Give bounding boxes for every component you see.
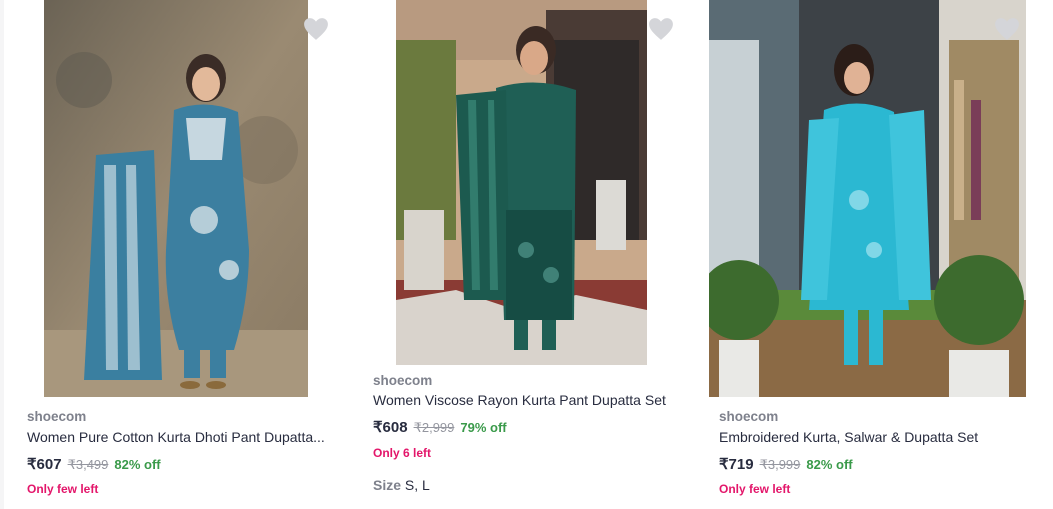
product-price-row-2: ₹608 ₹2,999 79% off: [373, 418, 507, 436]
stock-status-1: Only few left: [27, 482, 99, 496]
product-image-1[interactable]: [44, 0, 308, 397]
product-discount-3: 82% off: [806, 457, 853, 472]
product-brand-1: shoecom: [27, 409, 87, 424]
product-mrp-3: ₹3,999: [759, 457, 801, 472]
wishlist-heart-icon-1[interactable]: [303, 17, 329, 41]
product-image-2[interactable]: [396, 0, 647, 365]
product-mrp-2: ₹2,999: [413, 420, 455, 435]
page-left-edge: [0, 0, 4, 509]
sizes-label: Size: [373, 477, 402, 493]
stock-status-3: Only few left: [719, 482, 791, 496]
product-brand-3: shoecom: [719, 409, 779, 424]
product-mrp-1: ₹3,499: [67, 457, 109, 472]
product-discount-1: 82% off: [114, 457, 161, 472]
wishlist-heart-icon-3[interactable]: [994, 17, 1020, 41]
wishlist-heart-icon-2[interactable]: [648, 17, 674, 41]
stock-status-2: Only 6 left: [373, 446, 432, 460]
product-title-2[interactable]: Women Viscose Rayon Kurta Pant Dupatta S…: [373, 392, 673, 408]
product-image-3[interactable]: [709, 0, 1026, 397]
product-discount-2: 79% off: [460, 420, 507, 435]
product-price-row-3: ₹719 ₹3,999 82% off: [719, 455, 853, 473]
product-price-3: ₹719: [719, 456, 754, 473]
sizes-value: S, L: [404, 477, 430, 493]
product-title-3[interactable]: Embroidered Kurta, Salwar & Dupatta Set: [719, 429, 1019, 445]
product-brand-2: shoecom: [373, 373, 433, 388]
product-price-1: ₹607: [27, 456, 62, 473]
available-sizes-2: Size S, L: [373, 477, 430, 493]
product-price-2: ₹608: [373, 419, 408, 436]
product-price-row-1: ₹607 ₹3,499 82% off: [27, 455, 161, 473]
product-title-1[interactable]: Women Pure Cotton Kurta Dhoti Pant Dupat…: [27, 429, 327, 445]
